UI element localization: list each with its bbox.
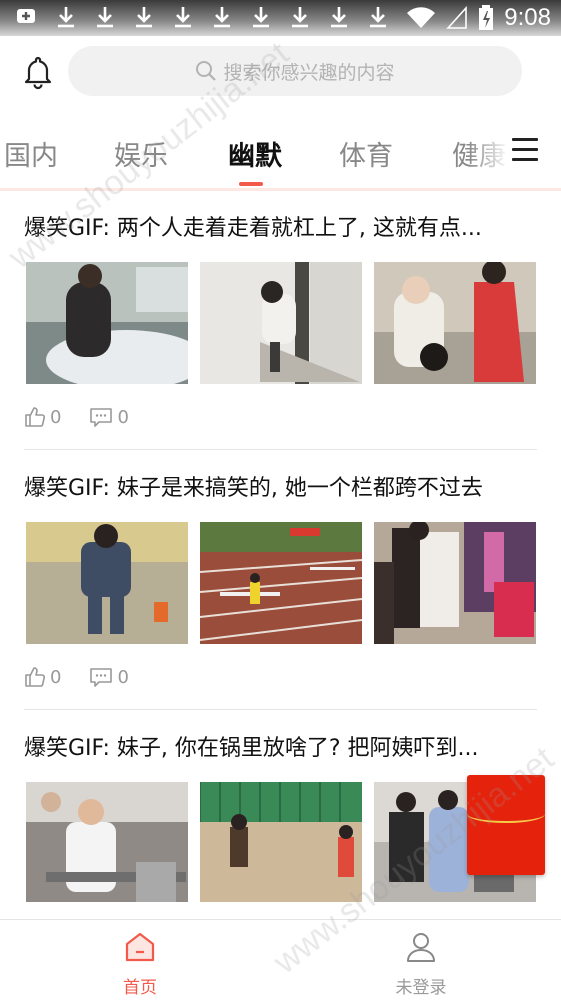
search-icon (196, 61, 217, 81)
article-actions: 0 0 (24, 406, 157, 428)
article-thumbnails (26, 262, 536, 384)
article-title[interactable]: 爆笑GIF: 两个人走着走着就杠上了, 这就有点... (24, 210, 539, 242)
download-icon (175, 7, 191, 28)
thumbnail-image[interactable] (374, 262, 536, 384)
red-packet-button[interactable] (467, 775, 545, 875)
thumbnail-image[interactable] (200, 522, 362, 644)
download-icon (58, 7, 74, 28)
download-icon (136, 7, 152, 28)
system-icons: 9:08 (406, 4, 551, 32)
thumbnail-image[interactable] (26, 522, 188, 644)
comment-icon[interactable] (89, 406, 113, 428)
article-thumbnails (26, 782, 536, 902)
divider (24, 449, 537, 450)
tab-entertainment[interactable]: 娱乐 (114, 134, 168, 173)
thumbnail-image[interactable] (200, 262, 362, 384)
download-icon (97, 7, 113, 28)
tab-humor[interactable]: 幽默 (228, 134, 282, 173)
article-title[interactable]: 爆笑GIF: 妹子是来搞笑的, 她一个栏都跨不过去 (24, 470, 539, 502)
user-icon (407, 933, 435, 962)
bell-icon[interactable] (20, 54, 56, 90)
search-header: 搜索你感兴趣的内容 (0, 44, 561, 100)
download-icon (292, 7, 308, 28)
comment-count: 0 (117, 406, 129, 428)
nav-profile[interactable]: 未登录 (361, 930, 481, 998)
search-input[interactable]: 搜索你感兴趣的内容 (68, 46, 522, 96)
thumbnail-image[interactable] (26, 782, 188, 902)
signal-icon (446, 6, 468, 29)
status-bar: 9:08 (0, 0, 561, 36)
divider (24, 709, 537, 710)
wifi-icon (407, 7, 436, 29)
article-thumbnails (26, 522, 536, 644)
category-tabs: 国内 娱乐 幽默 体育 健康 (0, 120, 561, 191)
nav-home-label: 首页 (123, 978, 157, 998)
battery-charging-icon (479, 5, 494, 30)
article-actions: 0 0 (24, 666, 157, 688)
status-time: 9:08 (504, 4, 551, 31)
download-icon (331, 7, 347, 28)
thumbnail-image[interactable] (200, 782, 362, 902)
notification-icons (16, 6, 387, 28)
add-notification-icon (17, 9, 35, 23)
nav-profile-label: 未登录 (395, 978, 447, 998)
download-icon (214, 7, 230, 28)
nav-home[interactable]: 首页 (80, 930, 200, 998)
like-count: 0 (50, 406, 62, 428)
tab-sports[interactable]: 体育 (339, 134, 393, 173)
tab-domestic[interactable]: 国内 (4, 134, 58, 173)
active-tab-indicator (239, 182, 263, 186)
comment-icon[interactable] (89, 666, 113, 688)
thumbnail-image[interactable] (374, 522, 536, 644)
thumbnail-image[interactable] (26, 262, 188, 384)
home-icon (125, 932, 155, 962)
like-count: 0 (50, 666, 62, 688)
comment-count: 0 (117, 666, 129, 688)
bottom-navigation: 首页 未登录 (0, 919, 561, 1000)
thumbs-up-icon[interactable] (24, 666, 46, 688)
download-icon (253, 7, 269, 28)
thumbs-up-icon[interactable] (24, 406, 46, 428)
search-placeholder: 搜索你感兴趣的内容 (223, 61, 395, 84)
article-title[interactable]: 爆笑GIF: 妹子, 你在锅里放啥了? 把阿姨吓到... (24, 730, 539, 762)
menu-icon[interactable] (512, 138, 538, 162)
download-icon (370, 7, 386, 28)
